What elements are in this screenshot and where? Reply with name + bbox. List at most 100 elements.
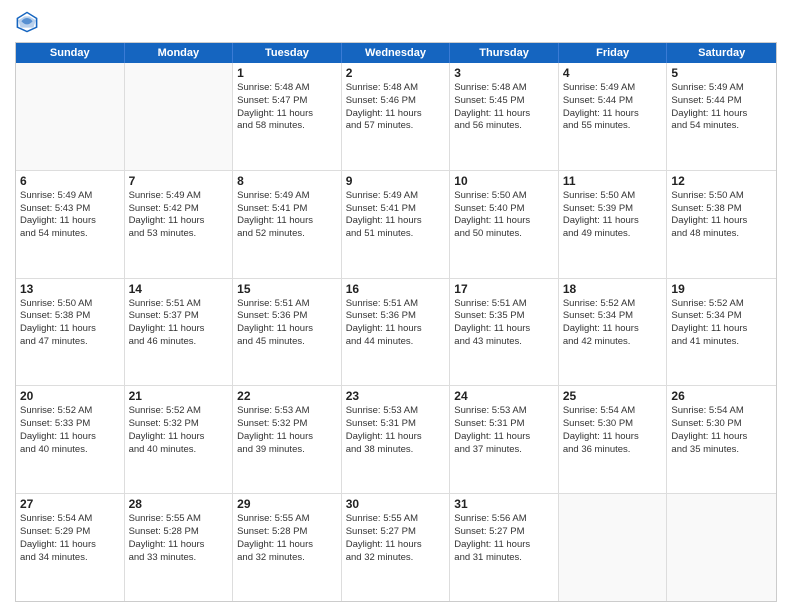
day-cell-19: 19Sunrise: 5:52 AMSunset: 5:34 PMDayligh… [667, 279, 776, 386]
day-cell-25: 25Sunrise: 5:54 AMSunset: 5:30 PMDayligh… [559, 386, 668, 493]
daylight-text: Daylight: 11 hours [454, 108, 554, 121]
daylight-minutes: and 32 minutes. [237, 552, 337, 565]
day-cell-4: 4Sunrise: 5:49 AMSunset: 5:44 PMDaylight… [559, 63, 668, 170]
day-number: 15 [237, 282, 337, 296]
daylight-text: Daylight: 11 hours [20, 215, 120, 228]
sunset-text: Sunset: 5:43 PM [20, 203, 120, 216]
daylight-minutes: and 34 minutes. [20, 552, 120, 565]
day-cell-30: 30Sunrise: 5:55 AMSunset: 5:27 PMDayligh… [342, 494, 451, 601]
daylight-text: Daylight: 11 hours [671, 108, 772, 121]
sunset-text: Sunset: 5:31 PM [454, 418, 554, 431]
day-number: 5 [671, 66, 772, 80]
sunrise-text: Sunrise: 5:55 AM [237, 513, 337, 526]
day-cell-14: 14Sunrise: 5:51 AMSunset: 5:37 PMDayligh… [125, 279, 234, 386]
day-cell-24: 24Sunrise: 5:53 AMSunset: 5:31 PMDayligh… [450, 386, 559, 493]
day-number: 4 [563, 66, 663, 80]
daylight-text: Daylight: 11 hours [237, 539, 337, 552]
day-number: 20 [20, 389, 120, 403]
day-number: 17 [454, 282, 554, 296]
sunrise-text: Sunrise: 5:50 AM [671, 190, 772, 203]
sunset-text: Sunset: 5:38 PM [671, 203, 772, 216]
sunset-text: Sunset: 5:27 PM [346, 526, 446, 539]
day-cell-10: 10Sunrise: 5:50 AMSunset: 5:40 PMDayligh… [450, 171, 559, 278]
daylight-minutes: and 55 minutes. [563, 120, 663, 133]
sunset-text: Sunset: 5:46 PM [346, 95, 446, 108]
day-number: 9 [346, 174, 446, 188]
sunset-text: Sunset: 5:41 PM [237, 203, 337, 216]
sunrise-text: Sunrise: 5:52 AM [563, 298, 663, 311]
day-cell-28: 28Sunrise: 5:55 AMSunset: 5:28 PMDayligh… [125, 494, 234, 601]
sunrise-text: Sunrise: 5:53 AM [346, 405, 446, 418]
day-number: 12 [671, 174, 772, 188]
daylight-minutes: and 39 minutes. [237, 444, 337, 457]
header-day-wednesday: Wednesday [342, 43, 451, 63]
sunrise-text: Sunrise: 5:49 AM [20, 190, 120, 203]
day-number: 21 [129, 389, 229, 403]
header-day-thursday: Thursday [450, 43, 559, 63]
day-cell-23: 23Sunrise: 5:53 AMSunset: 5:31 PMDayligh… [342, 386, 451, 493]
daylight-text: Daylight: 11 hours [671, 215, 772, 228]
empty-cell [559, 494, 668, 601]
daylight-text: Daylight: 11 hours [20, 323, 120, 336]
day-number: 28 [129, 497, 229, 511]
sunset-text: Sunset: 5:28 PM [237, 526, 337, 539]
sunset-text: Sunset: 5:34 PM [671, 310, 772, 323]
sunrise-text: Sunrise: 5:52 AM [129, 405, 229, 418]
sunrise-text: Sunrise: 5:48 AM [454, 82, 554, 95]
empty-cell [125, 63, 234, 170]
daylight-text: Daylight: 11 hours [346, 108, 446, 121]
daylight-minutes: and 50 minutes. [454, 228, 554, 241]
sunset-text: Sunset: 5:38 PM [20, 310, 120, 323]
day-cell-20: 20Sunrise: 5:52 AMSunset: 5:33 PMDayligh… [16, 386, 125, 493]
daylight-minutes: and 40 minutes. [129, 444, 229, 457]
daylight-text: Daylight: 11 hours [454, 431, 554, 444]
daylight-text: Daylight: 11 hours [454, 539, 554, 552]
header [15, 10, 777, 34]
day-number: 19 [671, 282, 772, 296]
week-row-1: 1 Sunrise: 5:48 AM Sunset: 5:47 PM Daylight… [16, 63, 776, 170]
logo [15, 10, 43, 34]
header-day-monday: Monday [125, 43, 234, 63]
sunrise-text: Sunrise: 5:49 AM [671, 82, 772, 95]
sunset-text: Sunset: 5:44 PM [563, 95, 663, 108]
daylight-text: Daylight: 11 hours [454, 215, 554, 228]
day-number: 30 [346, 497, 446, 511]
sunset-text: Sunset: 5:32 PM [129, 418, 229, 431]
empty-cell [16, 63, 125, 170]
daylight-text: Daylight: 11 hours [563, 108, 663, 121]
sunset-text: Sunset: 5:45 PM [454, 95, 554, 108]
daylight-minutes: and 52 minutes. [237, 228, 337, 241]
calendar: SundayMondayTuesdayWednesdayThursdayFrid… [15, 42, 777, 602]
sunrise-text: Sunrise: 5:49 AM [129, 190, 229, 203]
sunset-text: Sunset: 5:47 PM [237, 95, 337, 108]
daylight-text: Daylight: 11 hours [129, 431, 229, 444]
daylight-minutes: and 48 minutes. [671, 228, 772, 241]
sunrise-text: Sunrise: 5:49 AM [346, 190, 446, 203]
sunrise-text: Sunrise: 5:54 AM [671, 405, 772, 418]
day-number: 6 [20, 174, 120, 188]
sunrise-text: Sunrise: 5:50 AM [20, 298, 120, 311]
daylight-minutes: and 45 minutes. [237, 336, 337, 349]
week-row-3: 13Sunrise: 5:50 AMSunset: 5:38 PMDayligh… [16, 278, 776, 386]
week-row-5: 27Sunrise: 5:54 AMSunset: 5:29 PMDayligh… [16, 493, 776, 601]
daylight-text: Daylight: 11 hours [346, 431, 446, 444]
daylight-text: Daylight: 11 hours [563, 431, 663, 444]
daylight-text: Daylight: 11 hours [237, 323, 337, 336]
day-cell-16: 16Sunrise: 5:51 AMSunset: 5:36 PMDayligh… [342, 279, 451, 386]
day-cell-31: 31Sunrise: 5:56 AMSunset: 5:27 PMDayligh… [450, 494, 559, 601]
day-number: 8 [237, 174, 337, 188]
daylight-text: Daylight: 11 hours [20, 539, 120, 552]
day-number: 7 [129, 174, 229, 188]
daylight-text: Daylight: 11 hours [346, 539, 446, 552]
sunset-text: Sunset: 5:36 PM [237, 310, 337, 323]
sunrise-text: Sunrise: 5:54 AM [563, 405, 663, 418]
sunset-text: Sunset: 5:42 PM [129, 203, 229, 216]
day-number: 26 [671, 389, 772, 403]
day-cell-9: 9Sunrise: 5:49 AMSunset: 5:41 PMDaylight… [342, 171, 451, 278]
sunrise-text: Sunrise: 5:54 AM [20, 513, 120, 526]
daylight-minutes: and 42 minutes. [563, 336, 663, 349]
day-number: 1 [237, 66, 337, 80]
day-cell-18: 18Sunrise: 5:52 AMSunset: 5:34 PMDayligh… [559, 279, 668, 386]
day-cell-21: 21 Sunrise: 5:52 AMSunset: 5:32 PMDayligh… [125, 386, 234, 493]
daylight-minutes: and 35 minutes. [671, 444, 772, 457]
